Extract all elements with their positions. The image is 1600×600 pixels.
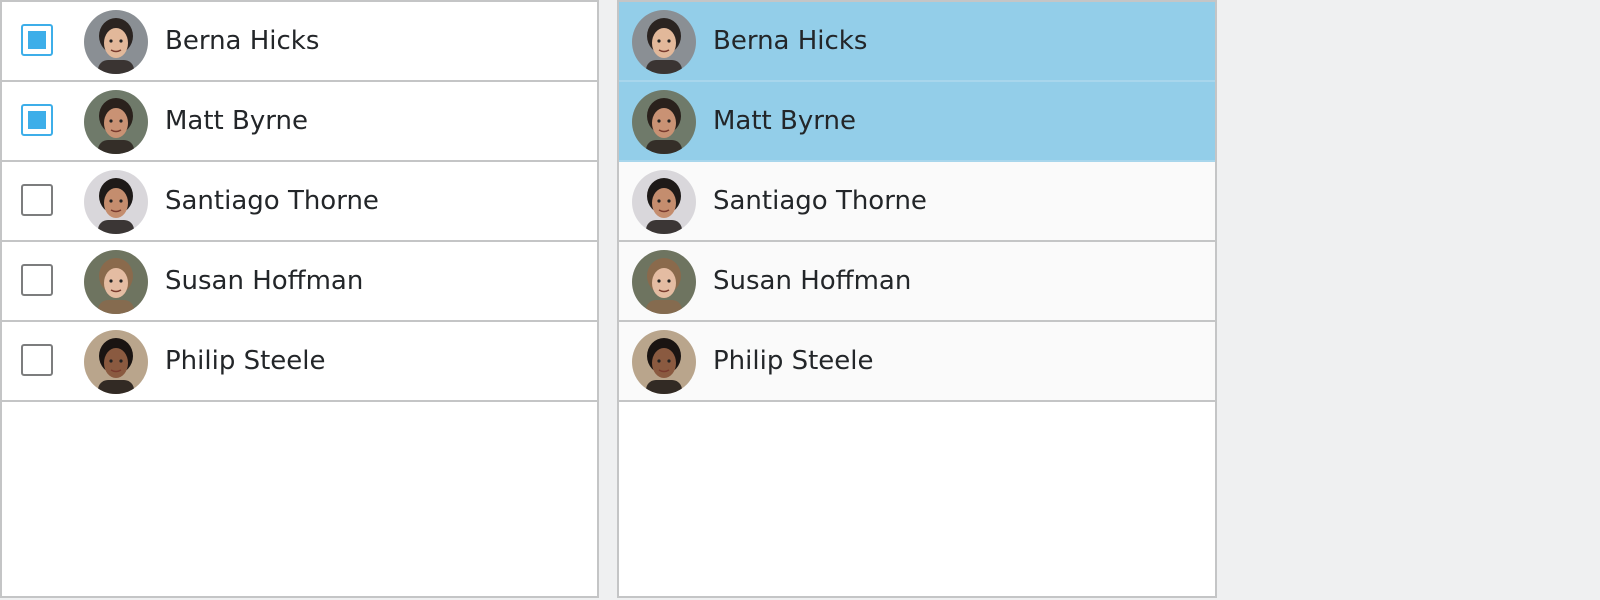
list-item[interactable]: Santiago Thorne — [619, 162, 1215, 242]
checkbox[interactable] — [21, 264, 53, 296]
list-item[interactable]: Susan Hoffman — [2, 242, 597, 322]
checkbox[interactable] — [21, 344, 53, 376]
avatar — [632, 250, 696, 314]
list-item-label: Santiago Thorne — [165, 186, 379, 216]
checkbox[interactable] — [21, 24, 53, 56]
checkbox[interactable] — [21, 104, 53, 136]
avatar — [632, 170, 696, 234]
checkbox[interactable] — [21, 184, 53, 216]
list-item[interactable]: Santiago Thorne — [2, 162, 597, 242]
list-item-label: Matt Byrne — [713, 106, 856, 136]
avatar — [84, 330, 148, 394]
list-item[interactable]: Berna Hicks — [2, 2, 597, 82]
list-item[interactable]: Matt Byrne — [619, 82, 1215, 162]
list-item-label: Berna Hicks — [713, 26, 868, 56]
list-item-label: Philip Steele — [165, 346, 326, 376]
list-item-label: Susan Hoffman — [165, 266, 364, 296]
avatar — [84, 250, 148, 314]
list-item[interactable]: Matt Byrne — [2, 82, 597, 162]
list-item[interactable]: Berna Hicks — [619, 2, 1215, 82]
list-item[interactable]: Philip Steele — [619, 322, 1215, 402]
avatar — [84, 90, 148, 154]
list-item-label: Philip Steele — [713, 346, 874, 376]
avatar — [632, 10, 696, 74]
avatar — [632, 330, 696, 394]
selectable-list: Berna Hicks Matt Byrne Santiago Thorne S… — [617, 0, 1217, 598]
avatar — [84, 10, 148, 74]
avatar — [84, 170, 148, 234]
list-item[interactable]: Philip Steele — [2, 322, 597, 402]
list-item-label: Berna Hicks — [165, 26, 320, 56]
avatar — [632, 90, 696, 154]
list-item-label: Susan Hoffman — [713, 266, 912, 296]
checkbox-list: Berna Hicks Matt Byrne Santiago Thorne S… — [0, 0, 599, 598]
list-item-label: Matt Byrne — [165, 106, 308, 136]
list-item-label: Santiago Thorne — [713, 186, 927, 216]
list-item[interactable]: Susan Hoffman — [619, 242, 1215, 322]
